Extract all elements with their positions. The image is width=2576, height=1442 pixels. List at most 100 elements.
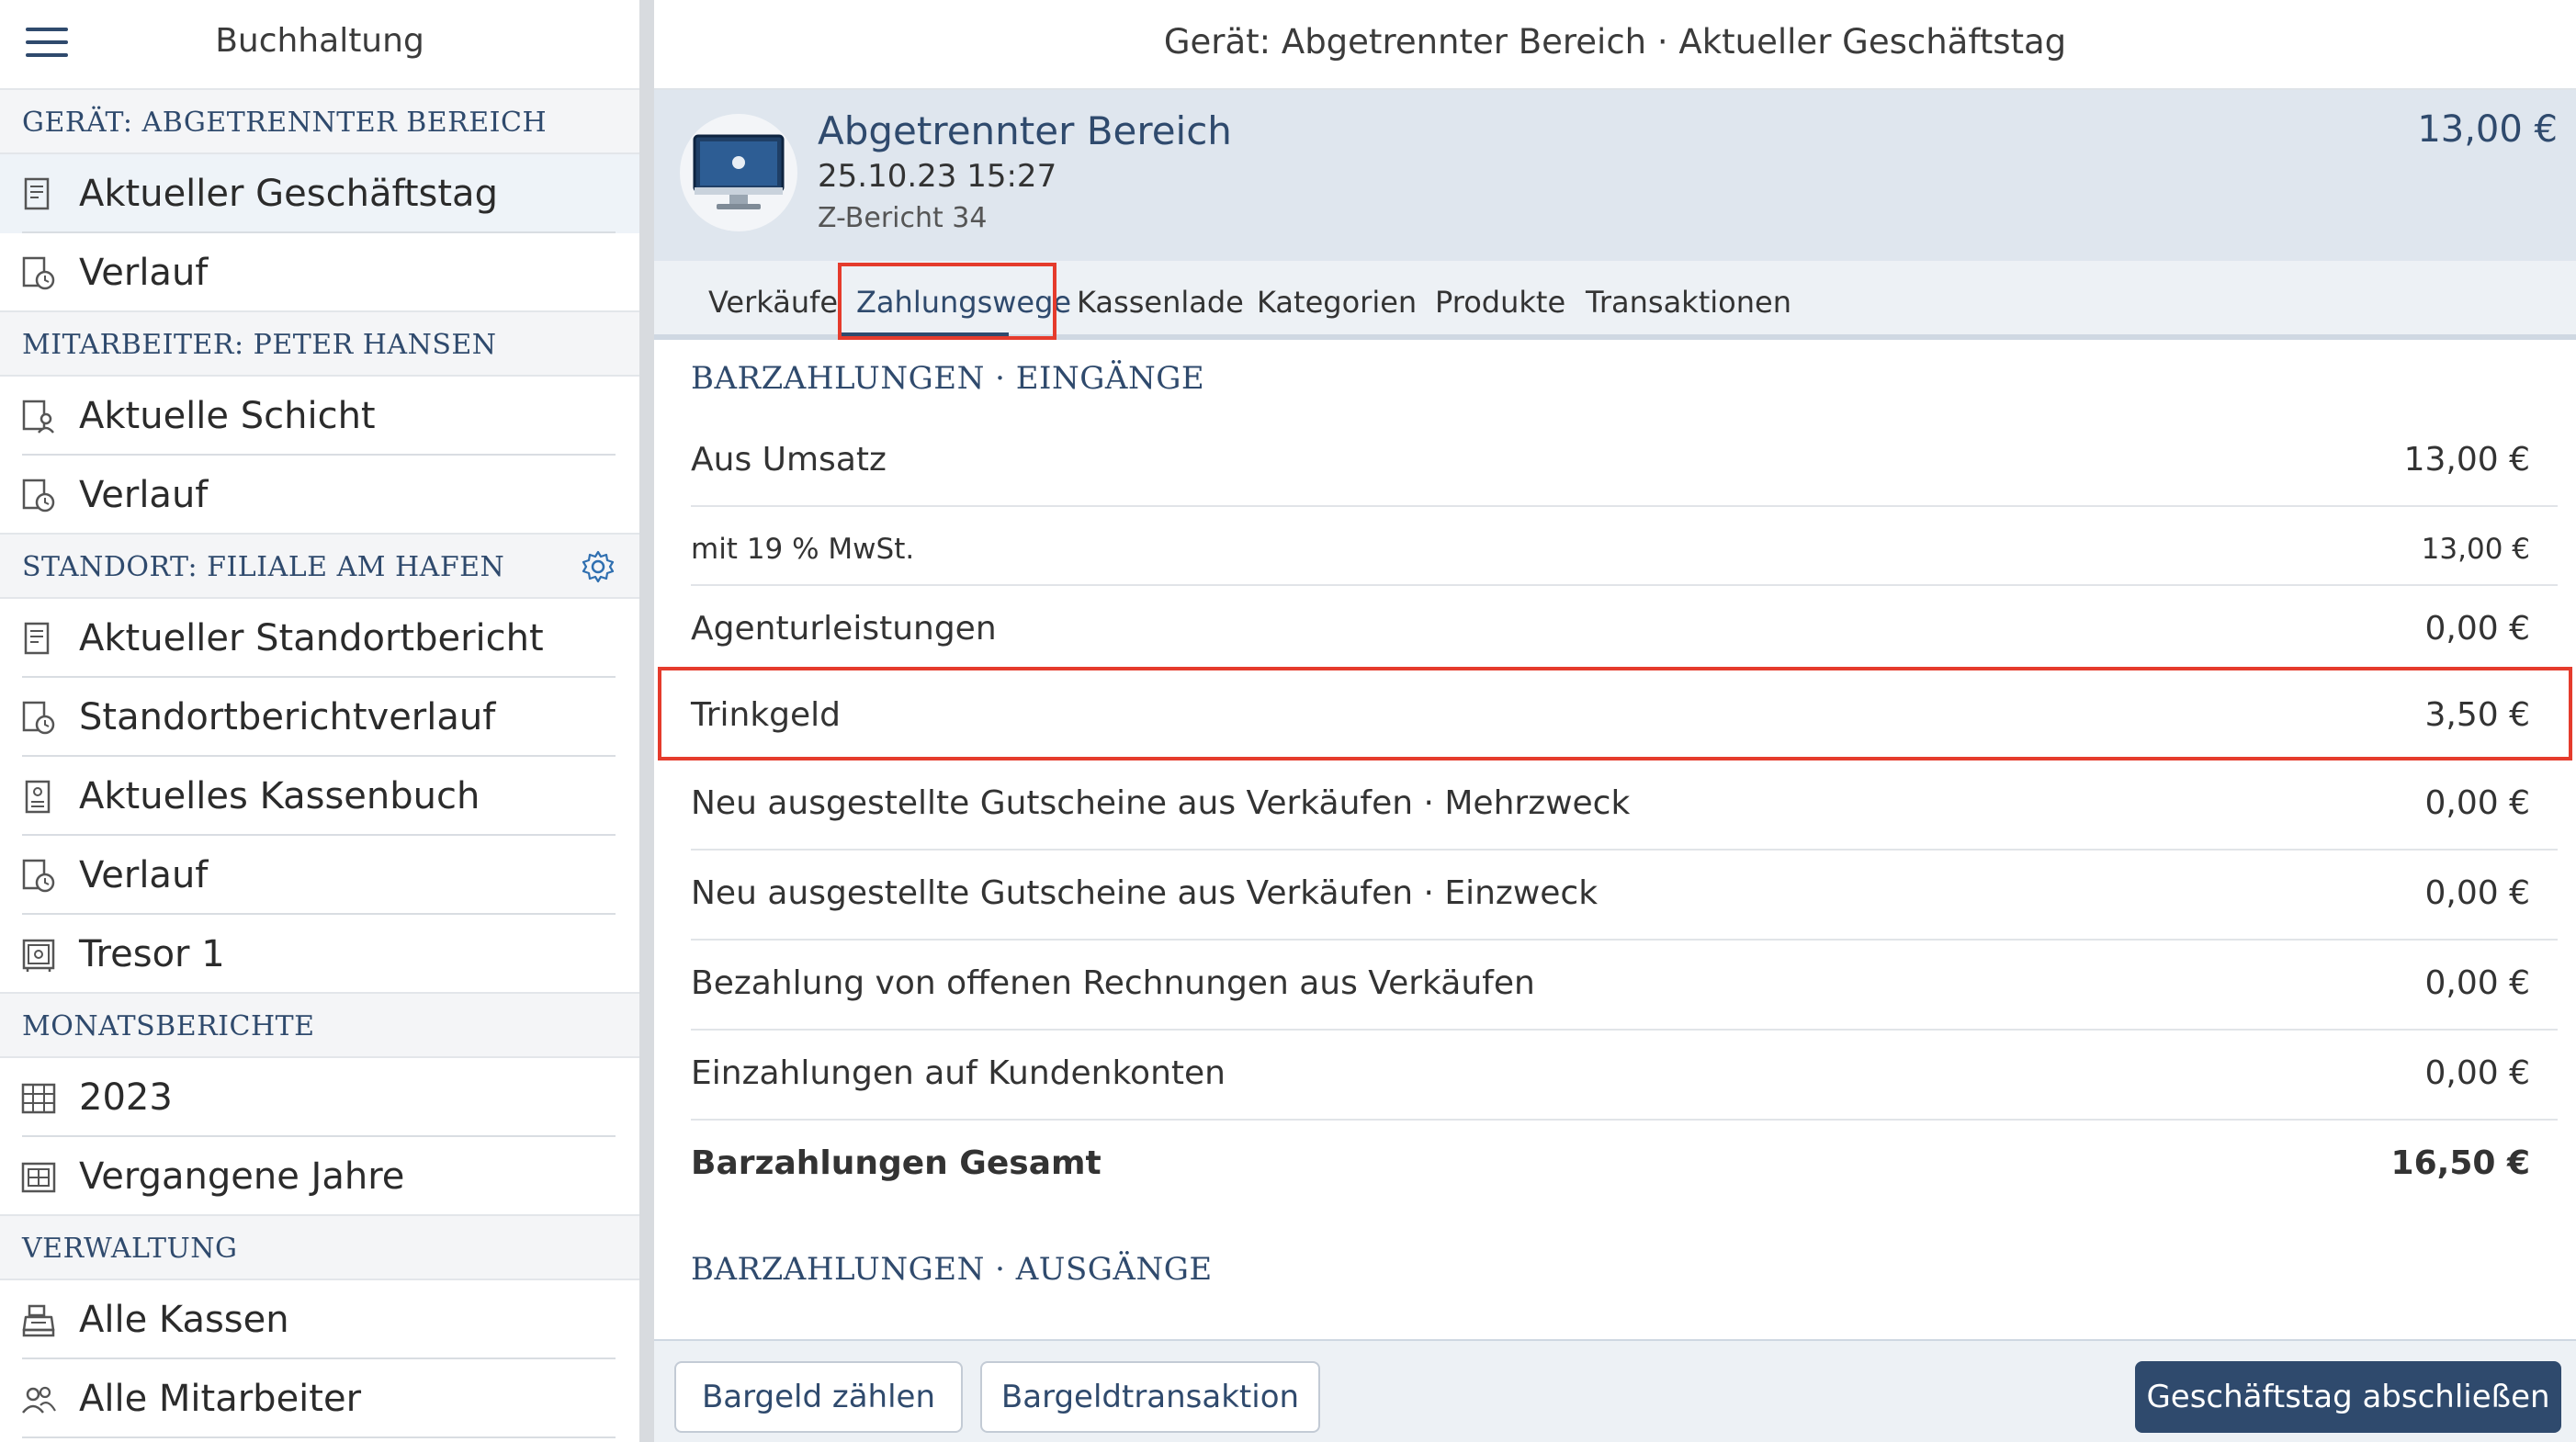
row-value: 0,00 € (2424, 610, 2530, 648)
report-icon (24, 622, 50, 655)
report-icon (24, 177, 50, 210)
device-total-amount: 13,00 € (2417, 108, 2558, 151)
sidebar-item-shift-history[interactable]: Verlauf (0, 456, 639, 535)
section-heading-cash-out: BARZAHLUNGEN · AUSGÄNGE (691, 1251, 1213, 1288)
sidebar-item-label: Aktueller Geschäftstag (79, 173, 498, 215)
sidebar-item-safe[interactable]: Tresor 1 (0, 915, 639, 994)
sidebar-section-monthly: MONATSBERICHTE (0, 994, 639, 1058)
table-row: Neu ausgestellte Gutscheine aus Verkäufe… (691, 760, 2558, 851)
main-header: Gerät: Abgetrennter Bereich · Aktueller … (654, 0, 2576, 90)
table-row: mit 19 % MwSt. 13,00 € (691, 507, 2558, 586)
sidebar: Buchhaltung GERÄT: ABGETRENNTER BEREICH … (0, 0, 639, 1442)
row-label: Aus Umsatz (691, 441, 887, 479)
tab-transactions[interactable]: Transaktionen (1586, 285, 1791, 320)
sidebar-item-all-employees[interactable]: Alle Mitarbeiter (0, 1359, 639, 1438)
sidebar-section-employee: MITARBEITER: PETER HANSEN (0, 312, 639, 377)
sidebar-item-label: 2023 (79, 1076, 173, 1119)
cash-transaction-button[interactable]: Bargeldtransaktion (980, 1361, 1320, 1433)
shift-icon (22, 400, 54, 434)
row-label: Barzahlungen Gesamt (691, 1144, 1102, 1182)
sidebar-section-location: STANDORT: FILIALE AM HAFEN (0, 535, 639, 599)
sidebar-item-label: Verlauf (79, 252, 209, 294)
main-pane: Gerät: Abgetrennter Bereich · Aktueller … (654, 0, 2576, 1442)
sidebar-item-label: Verlauf (79, 854, 209, 896)
device-report-number: Z-Bericht 34 (818, 202, 988, 234)
row-label: Neu ausgestellte Gutscheine aus Verkäufe… (691, 874, 1599, 912)
table-row: Einzahlungen auf Kundenkonten 0,00 € (691, 1031, 2558, 1121)
sidebar-item-cashbook[interactable]: Aktuelles Kassenbuch (0, 757, 639, 836)
row-value: 0,00 € (2424, 784, 2530, 822)
calendar-icon (21, 1083, 56, 1114)
row-label: Neu ausgestellte Gutscheine aus Verkäufe… (691, 784, 1631, 822)
tab-cash-drawer[interactable]: Kassenlade (1077, 285, 1244, 320)
sidebar-item-current-business-day[interactable]: Aktueller Geschäftstag (0, 154, 639, 233)
sidebar-section-administration: VERWALTUNG (0, 1216, 639, 1280)
row-label: Agenturleistungen (691, 610, 997, 648)
sidebar-item-label: Verlauf (79, 474, 209, 516)
row-value: 0,00 € (2424, 964, 2530, 1002)
sidebar-item-label: Aktuelle Schicht (79, 395, 376, 437)
row-label: mit 19 % MwSt. (691, 533, 915, 566)
row-value: 0,00 € (2424, 1054, 2530, 1092)
gear-icon[interactable] (581, 549, 616, 584)
sidebar-item-label: Tresor 1 (79, 933, 225, 975)
sidebar-item-label: Vergangene Jahre (79, 1155, 405, 1198)
row-value: 13,00 € (2421, 533, 2530, 566)
history-icon (22, 859, 55, 893)
device-datetime: 25.10.23 15:27 (818, 158, 1057, 195)
safe-icon (22, 939, 55, 972)
table-row: Agenturleistungen 0,00 € (691, 586, 2558, 669)
sidebar-title: Buchhaltung (215, 22, 424, 60)
sidebar-item-past-years[interactable]: Vergangene Jahre (0, 1137, 639, 1216)
device-name: Abgetrennter Bereich (818, 108, 1232, 153)
sidebar-item-label: Alle Mitarbeiter (79, 1378, 362, 1420)
tab-products[interactable]: Produkte (1435, 285, 1565, 320)
sidebar-item-cashbook-history[interactable]: Verlauf (0, 836, 639, 915)
row-value: 13,00 € (2403, 441, 2530, 479)
pane-splitter[interactable] (639, 0, 654, 1442)
action-bar: Bargeld zählen Bargeldtransaktion Geschä… (654, 1339, 2576, 1442)
row-label: Einzahlungen auf Kundenkonten (691, 1054, 1226, 1092)
close-business-day-button[interactable]: Geschäftstag abschließen (2135, 1361, 2561, 1433)
table-row: Aus Umsatz 13,00 € (691, 417, 2558, 507)
sidebar-item-label: Standortberichtverlauf (79, 696, 496, 738)
sidebar-item-label: Aktuelles Kassenbuch (79, 775, 480, 817)
history-icon (22, 701, 55, 735)
register-icon (22, 1304, 55, 1337)
section-label: GERÄT: ABGETRENNTER BEREICH (22, 107, 548, 139)
sidebar-item-current-shift[interactable]: Aktuelle Schicht (0, 377, 639, 456)
tab-categories[interactable]: Kategorien (1257, 285, 1417, 320)
row-value: 16,50 € (2390, 1144, 2530, 1182)
row-value: 0,00 € (2424, 874, 2530, 912)
device-avatar (680, 114, 797, 231)
sidebar-item-device-history[interactable]: Verlauf (0, 233, 639, 312)
section-heading-cash-in: BARZAHLUNGEN · EINGÄNGE (691, 360, 1205, 397)
cashbook-icon (25, 780, 51, 814)
tab-highlight-box (838, 263, 1056, 340)
page-title: Gerät: Abgetrennter Bereich · Aktueller … (1163, 22, 2067, 62)
sidebar-item-location-report-history[interactable]: Standortberichtverlauf (0, 678, 639, 757)
table-row: Bezahlung von offenen Rechnungen aus Ver… (691, 941, 2558, 1031)
sidebar-item-label: Aktueller Standortbericht (79, 617, 544, 659)
history-icon (22, 479, 55, 513)
sidebar-item-all-registers[interactable]: Alle Kassen (0, 1280, 639, 1359)
row-highlight-box (658, 667, 2572, 760)
history-icon (22, 256, 55, 290)
sidebar-item-label: Alle Kassen (79, 1299, 289, 1341)
sidebar-section-device: GERÄT: ABGETRENNTER BEREICH (0, 90, 639, 154)
table-row: Neu ausgestellte Gutscheine aus Verkäufe… (691, 851, 2558, 941)
calendar-history-icon (21, 1162, 56, 1193)
table-row-total: Barzahlungen Gesamt 16,50 € (691, 1121, 2558, 1211)
row-label: Bezahlung von offenen Rechnungen aus Ver… (691, 964, 1535, 1002)
section-label: STANDORT: FILIALE AM HAFEN (22, 551, 505, 583)
tab-sales[interactable]: Verkäufe (708, 285, 838, 320)
section-label: VERWALTUNG (22, 1233, 238, 1265)
users-icon (22, 1386, 56, 1414)
computer-icon (693, 134, 785, 209)
sidebar-header: Buchhaltung (0, 0, 639, 90)
sidebar-item-location-report[interactable]: Aktueller Standortbericht (0, 599, 639, 678)
section-label: MONATSBERICHTE (22, 1010, 315, 1042)
count-cash-button[interactable]: Bargeld zählen (674, 1361, 963, 1433)
sidebar-item-2023[interactable]: 2023 (0, 1058, 639, 1137)
section-label: MITARBEITER: PETER HANSEN (22, 329, 497, 361)
